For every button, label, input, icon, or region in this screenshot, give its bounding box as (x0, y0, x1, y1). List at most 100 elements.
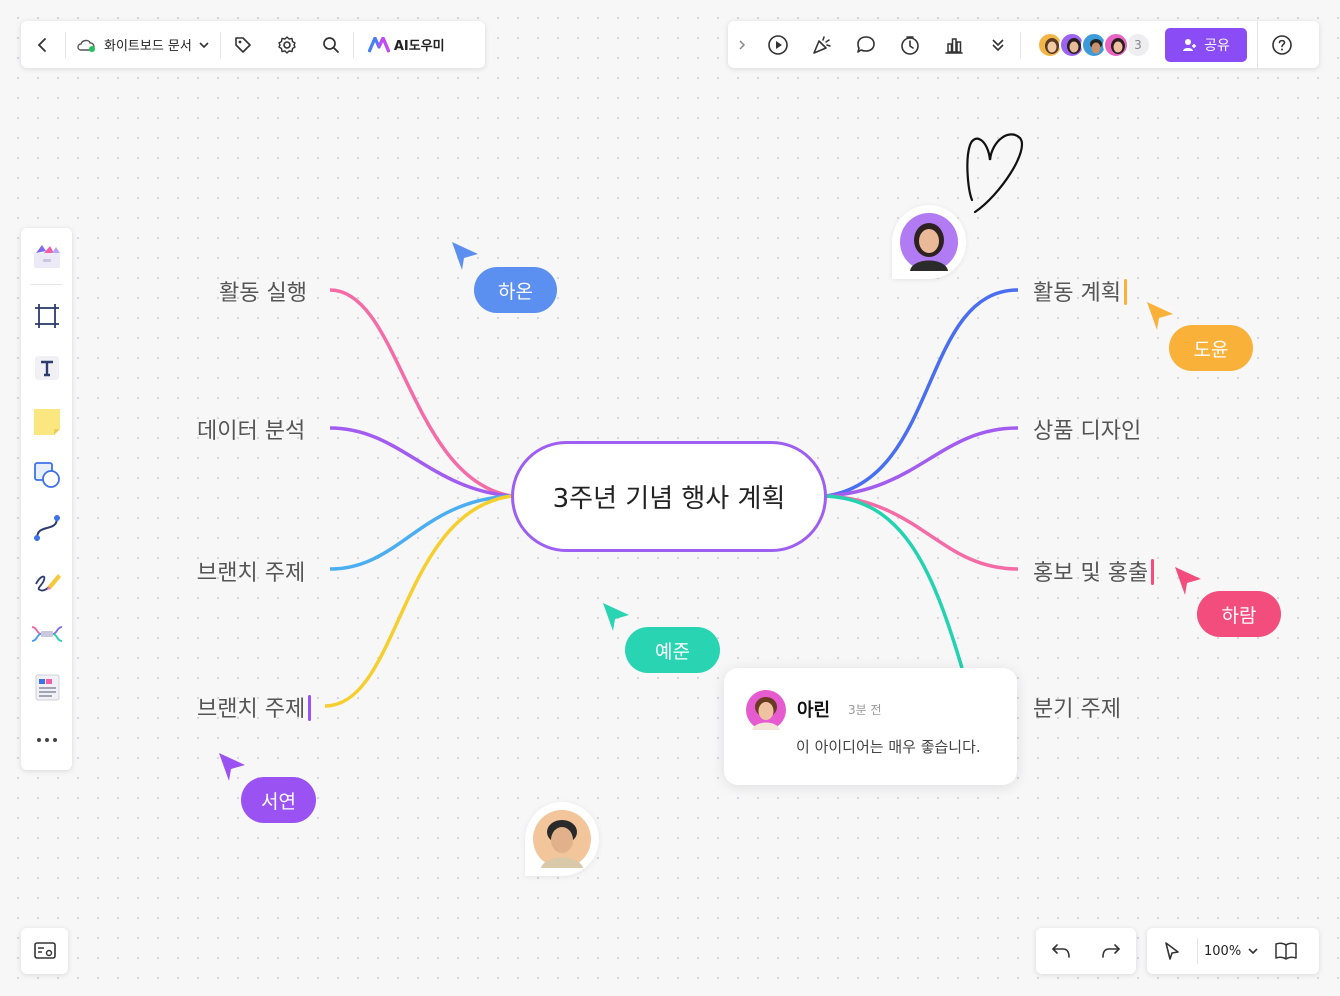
chevron-right-icon (739, 39, 746, 50)
redo-button[interactable] (1086, 928, 1136, 974)
tag-icon (235, 36, 251, 53)
branch-label: 활동 실행 (219, 281, 307, 306)
back-button[interactable] (21, 21, 65, 68)
connector-tool[interactable] (21, 506, 72, 550)
branch-node-activity-exec[interactable]: 활동 실행 (219, 275, 307, 307)
comment-button[interactable] (844, 21, 888, 68)
collaborators-group[interactable]: 3 (1037, 31, 1151, 58)
frame-icon (34, 304, 59, 328)
pointer-icon (1165, 942, 1179, 960)
cursor-name: 도윤 (1193, 338, 1229, 361)
cursor-tag-haram: 하람 (1197, 591, 1281, 637)
document-title-dropdown[interactable]: 화이트보드 문서 (66, 21, 220, 68)
connector-product-design (825, 426, 1019, 498)
chevron-down-icon (199, 41, 209, 48)
more-tools-button[interactable] (21, 718, 72, 762)
more-tools-button[interactable] (976, 21, 1020, 68)
cursor-arrow-yejun (603, 603, 629, 631)
canvas-avatar-bubble[interactable] (892, 205, 966, 279)
connector-line-icon (33, 515, 60, 541)
cursor-tag-seoyeon: 서연 (241, 777, 316, 823)
connector-data-analysis (329, 426, 513, 498)
branch-node-product-design[interactable]: 상품 디자인 (1033, 413, 1141, 445)
text-tool[interactable] (21, 346, 72, 390)
branch-node-promotion[interactable]: 홍보 및 홍출 (1033, 555, 1155, 587)
search-button[interactable] (309, 21, 353, 68)
expand-toolbar-button[interactable] (728, 21, 756, 68)
table-tool[interactable] (21, 665, 72, 709)
select-tool-button[interactable] (1147, 928, 1197, 974)
undo-redo-group (1036, 928, 1136, 974)
connector-quarter-topic (825, 494, 964, 669)
templates-tool[interactable] (21, 234, 72, 278)
branch-node-activity-plan[interactable]: 활동 계획 (1033, 275, 1127, 307)
pen-tool[interactable] (21, 559, 72, 603)
connector-activity-plan (825, 288, 1019, 498)
ai-logo-icon (367, 36, 390, 53)
branch-label: 활동 계획 (1033, 281, 1121, 306)
branch-label: 분기 주제 (1033, 697, 1121, 722)
settings-button[interactable] (265, 21, 309, 68)
avatar (746, 690, 786, 730)
connector-branch-topic-1 (329, 494, 513, 571)
connector-branch-topic-2 (324, 494, 513, 708)
central-topic-node[interactable]: 3주년 기념 행사 계획 (511, 441, 827, 552)
help-button[interactable] (1257, 21, 1305, 68)
branch-node-branch-topic-1[interactable]: 브랜치 주제 (197, 555, 305, 587)
book-icon (1275, 942, 1297, 960)
top-right-toolbar: 3 공유 (728, 21, 1319, 68)
cursor-arrow-haram (1175, 567, 1201, 595)
timer-icon (901, 35, 919, 55)
mindmap-tool[interactable] (21, 612, 72, 656)
gear-icon (278, 35, 296, 54)
undo-button[interactable] (1036, 928, 1086, 974)
add-user-icon (1183, 38, 1197, 51)
undo-icon (1052, 944, 1070, 958)
comment-card[interactable]: 아린 3분 전 이 아이디어는 매우 좋습니다. (724, 668, 1017, 785)
vote-button[interactable] (932, 21, 976, 68)
question-icon (1271, 34, 1292, 55)
sticky-note-icon (33, 409, 60, 435)
text-icon (34, 356, 59, 380)
redo-icon (1102, 944, 1120, 958)
document-list-icon (35, 674, 59, 701)
branch-node-data-analysis[interactable]: 데이터 분석 (197, 413, 305, 445)
cursor-tag-yejun: 예준 (625, 627, 720, 673)
comment-text: 이 아이디어는 매우 좋습니다. (796, 738, 981, 756)
zoom-dropdown[interactable]: 100% (1198, 928, 1265, 974)
book-view-button[interactable] (1265, 928, 1307, 974)
cursor-tag-haon: 하온 (474, 267, 557, 313)
tag-button[interactable] (221, 21, 265, 68)
sticky-note-tool[interactable] (21, 400, 72, 444)
avatar (1103, 31, 1129, 58)
timer-button[interactable] (888, 21, 932, 68)
branch-label: 브랜치 주제 (197, 697, 306, 722)
chevron-down-icon (1248, 948, 1258, 955)
top-left-toolbar: 화이트보드 문서 AI도우미 (21, 21, 485, 68)
connector-activity-exec (329, 288, 513, 498)
branch-node-quarter-topic[interactable]: 분기 주제 (1033, 691, 1121, 723)
cursor-arrow-seoyeon (219, 753, 245, 781)
cursor-name: 하람 (1221, 604, 1257, 627)
shapes-icon (33, 462, 60, 488)
present-button[interactable] (756, 21, 800, 68)
branch-label: 브랜치 주제 (197, 561, 306, 586)
shape-tool[interactable] (21, 453, 72, 497)
cursor-name: 서연 (261, 790, 296, 813)
canvas-avatar-bubble[interactable] (525, 802, 599, 876)
connector-promotion (825, 494, 1019, 571)
avatar (900, 213, 958, 271)
minimap-button[interactable] (21, 928, 68, 974)
zoom-level: 100% (1204, 943, 1242, 959)
branch-node-branch-topic-2[interactable]: 브랜치 주제 (197, 691, 312, 723)
celebrate-button[interactable] (800, 21, 844, 68)
ai-assistant-button[interactable]: AI도우미 (354, 21, 453, 68)
divider (31, 284, 62, 285)
divider (1020, 31, 1021, 58)
frame-tool[interactable] (21, 294, 72, 338)
chevron-left-icon (37, 37, 46, 52)
share-label: 공유 (1204, 37, 1230, 54)
zoom-group: 100% (1147, 928, 1319, 974)
share-button[interactable]: 공유 (1165, 27, 1247, 62)
comment-time: 3분 전 (848, 703, 882, 717)
